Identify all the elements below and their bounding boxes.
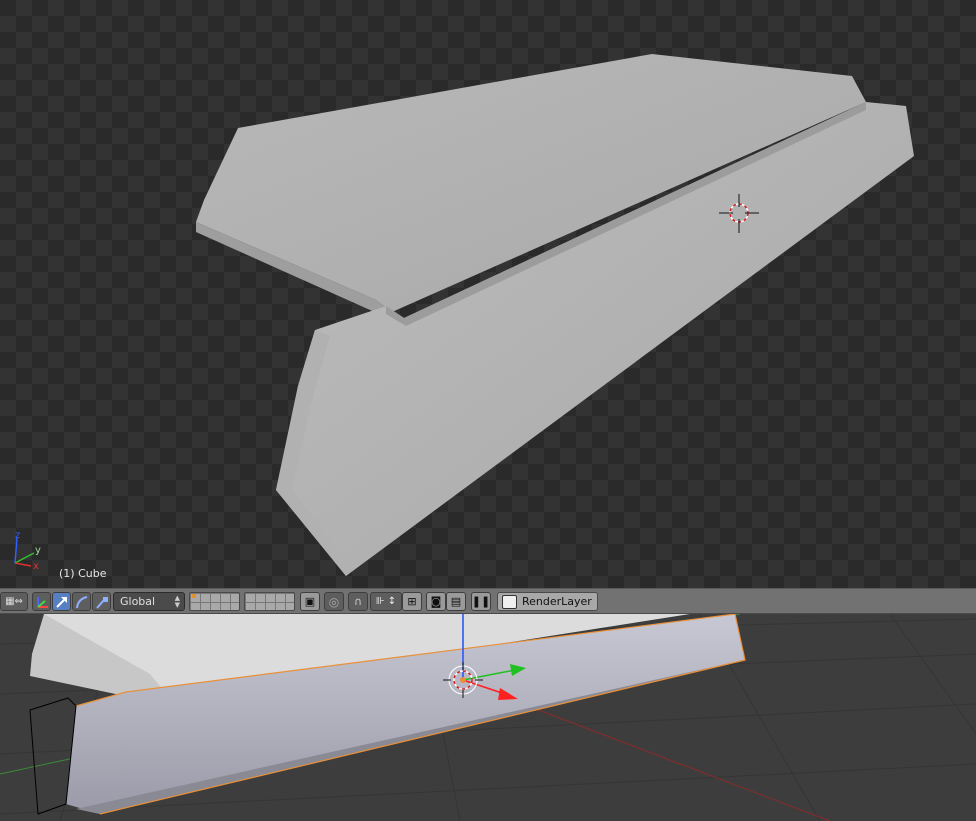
scale-icon [95,596,108,609]
render-animation-button[interactable]: ▤ [446,592,466,611]
rotate-button[interactable] [72,592,91,611]
transform-orientation-select[interactable]: Global ▲ ▼ [113,592,185,611]
layers-grid-a[interactable] [189,592,240,611]
scale-button[interactable] [92,592,111,611]
render-layer-icon [502,595,517,609]
manipulator-icon [36,596,48,608]
layers-grid-b[interactable] [244,592,295,611]
axis-z-label: z [15,530,20,541]
proportional-edit-button[interactable]: ◎ [324,592,344,611]
camera-icon: ◙ [430,595,442,608]
view-toggle-button[interactable]: ▦⇔ [0,592,28,611]
translate-arrow-icon [55,596,67,608]
rendered-object: z y x [14,54,914,576]
select-arrows-icon: ▲ ▼ [174,594,180,609]
snap-target-button[interactable]: ⊞ [402,592,422,611]
manipulator-toggle-button[interactable] [32,592,51,611]
snap-element-icon: ⊪ ↕ [375,596,397,607]
pause-icon: ❚❚ [471,595,491,608]
render-viewport[interactable]: z y x (1) Cube [0,0,976,588]
lock-camera-button[interactable]: ▣ [300,592,320,611]
rotate-arc-icon [75,595,87,608]
solid-viewport[interactable] [0,614,976,821]
clapper-icon: ▤ [450,595,462,608]
snap-button[interactable]: ∩ [348,592,368,611]
lock-icon: ▣ [304,595,316,608]
translate-button[interactable] [52,592,71,611]
object-name-label: (1) Cube [59,567,107,580]
magnet-icon: ∩ [353,595,363,608]
render-layer-label: RenderLayer [522,595,592,608]
proportional-edit-icon: ◎ [328,594,340,609]
render-layer-select[interactable]: RenderLayer [497,592,598,611]
solid-scene [0,614,976,821]
render-still-button[interactable]: ◙ [426,592,446,611]
layers-grid-icon [192,594,196,598]
snap-element-select[interactable]: ⊪ ↕ [370,592,402,611]
viewport-header: ▦⇔ Global ▲ ▼ ▣ ◎ ∩ ⊪ ↕ ⊞ ◙ ▤ ❚❚ RenderL… [0,588,976,614]
transform-orientation-value: Global [120,595,156,608]
axis-x-label: x [33,561,39,572]
snap-target-icon: ⊞ [407,595,417,608]
pause-button[interactable]: ❚❚ [471,592,491,611]
view-toggle-icon: ▦⇔ [5,596,23,607]
axis-y-label: y [35,545,41,556]
axis-gizmo-icon: z y x [14,530,41,572]
